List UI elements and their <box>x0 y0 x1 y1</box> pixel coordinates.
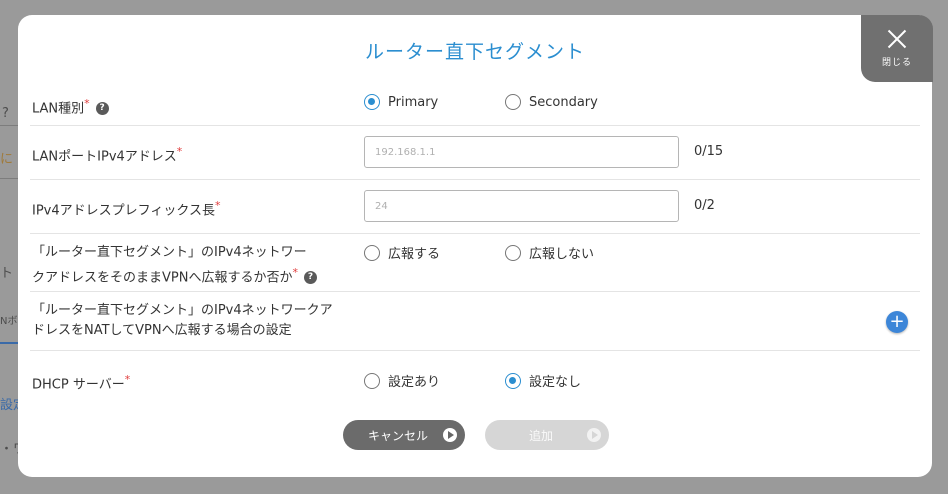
nat-vpn-label-line1: 「ルーター直下セグメント」のIPv4ネットワークア <box>32 303 333 318</box>
background-fragment: に <box>0 152 14 167</box>
radio-no-advertise-label: 広報しない <box>529 247 595 262</box>
lan-port-ipv4-input[interactable] <box>364 136 679 168</box>
close-label: 閉じる <box>881 58 912 68</box>
required-mark: * <box>84 97 90 110</box>
required-mark: * <box>215 199 221 212</box>
row-ipv4-prefix: IPv4アドレスプレフィックス長* 0/2 <box>30 179 920 234</box>
help-icon[interactable]: ? <box>95 102 109 116</box>
row-dhcp-server: DHCP サーバー* 設定あり 設定なし <box>30 350 920 412</box>
ipv4-prefix-counter: 0/2 <box>694 198 715 213</box>
radio-unselected-icon <box>505 244 521 261</box>
radio-primary[interactable]: Primary <box>364 94 438 110</box>
radio-selected-icon <box>505 372 521 389</box>
background-tab-indicator <box>0 342 18 344</box>
radio-advertise[interactable]: 広報する <box>364 243 440 262</box>
router-segment-dialog: ルーター直下セグメント LAN種別*? Primary Secondary LA… <box>18 15 932 477</box>
background-divider <box>0 125 18 126</box>
radio-unselected-icon <box>364 244 380 261</box>
nat-vpn-label-line2: ドレスをNATしてVPNへ広報する場合の設定 <box>32 323 292 338</box>
lan-port-ipv4-label-text: LANポートIPv4アドレス <box>32 149 177 165</box>
background-help-icon: ? <box>2 106 9 121</box>
dhcp-server-label: DHCP サーバー* <box>32 370 130 395</box>
add-button-label: 追加 <box>528 428 553 443</box>
radio-advertise-label: 広報する <box>388 247 441 262</box>
radio-primary-label: Primary <box>388 94 439 110</box>
row-lan-port-ipv4: LANポートIPv4アドレス* 0/15 <box>30 125 920 180</box>
ipv4-prefix-label: IPv4アドレスプレフィックス長* <box>32 196 221 221</box>
background-fragment: Nボ <box>0 316 18 327</box>
radio-unselected-icon <box>505 94 521 110</box>
radio-selected-icon <box>364 94 380 110</box>
advertise-vpn-label-line2: クアドレスをそのままVPNへ広報するか否か <box>32 270 293 286</box>
required-mark: * <box>176 145 183 158</box>
lan-type-label: LAN種別*? <box>32 94 109 119</box>
lan-type-label-text: LAN種別 <box>32 101 85 117</box>
row-advertise-vpn: 「ルーター直下セグメント」のIPv4ネットワー クアドレスをそのままVPNへ広報… <box>30 233 920 292</box>
background-fragment: ト <box>0 266 14 281</box>
help-icon[interactable]: ? <box>303 271 317 285</box>
radio-unselected-icon <box>364 372 380 389</box>
arrow-right-icon <box>587 428 601 442</box>
radio-secondary[interactable]: Secondary <box>505 94 598 110</box>
row-nat-vpn: 「ルーター直下セグメント」のIPv4ネットワークア ドレスをNATしてVPNへ広… <box>30 291 920 351</box>
add-nat-setting-plus-icon[interactable]: + <box>886 311 908 333</box>
radio-secondary-label: Secondary <box>529 94 598 110</box>
required-mark: * <box>124 373 131 386</box>
radio-dhcp-disabled-label: 設定なし <box>529 375 582 390</box>
close-icon <box>887 29 907 49</box>
cancel-button-label: キャンセル <box>367 428 428 443</box>
advertise-vpn-label-line1: 「ルーター直下セグメント」のIPv4ネットワー <box>32 245 307 260</box>
radio-dhcp-enabled[interactable]: 設定あり <box>364 371 440 390</box>
nat-vpn-label: 「ルーター直下セグメント」のIPv4ネットワークア ドレスをNATしてVPNへ広… <box>32 301 333 341</box>
background-divider <box>0 178 18 179</box>
advertise-vpn-label: 「ルーター直下セグメント」のIPv4ネットワー クアドレスをそのままVPNへ広報… <box>32 243 317 288</box>
add-button[interactable]: 追加 <box>485 420 609 450</box>
dialog-title: ルーター直下セグメント <box>364 41 585 63</box>
radio-no-advertise[interactable]: 広報しない <box>505 243 594 262</box>
lan-port-ipv4-label: LANポートIPv4アドレス* <box>32 142 182 167</box>
radio-dhcp-disabled[interactable]: 設定なし <box>505 371 581 390</box>
lan-port-ipv4-counter: 0/15 <box>694 144 724 159</box>
row-lan-type: LAN種別*? Primary Secondary <box>30 83 920 126</box>
close-button[interactable]: 閉じる <box>861 15 933 82</box>
cancel-button[interactable]: キャンセル <box>343 420 465 450</box>
radio-dhcp-enabled-label: 設定あり <box>388 375 441 390</box>
ipv4-prefix-label-text: IPv4アドレスプレフィックス長 <box>32 203 215 219</box>
arrow-right-icon <box>443 428 457 442</box>
dhcp-server-label-text: DHCP サーバー <box>32 377 125 393</box>
required-mark: * <box>292 266 298 279</box>
ipv4-prefix-input[interactable] <box>364 190 679 222</box>
